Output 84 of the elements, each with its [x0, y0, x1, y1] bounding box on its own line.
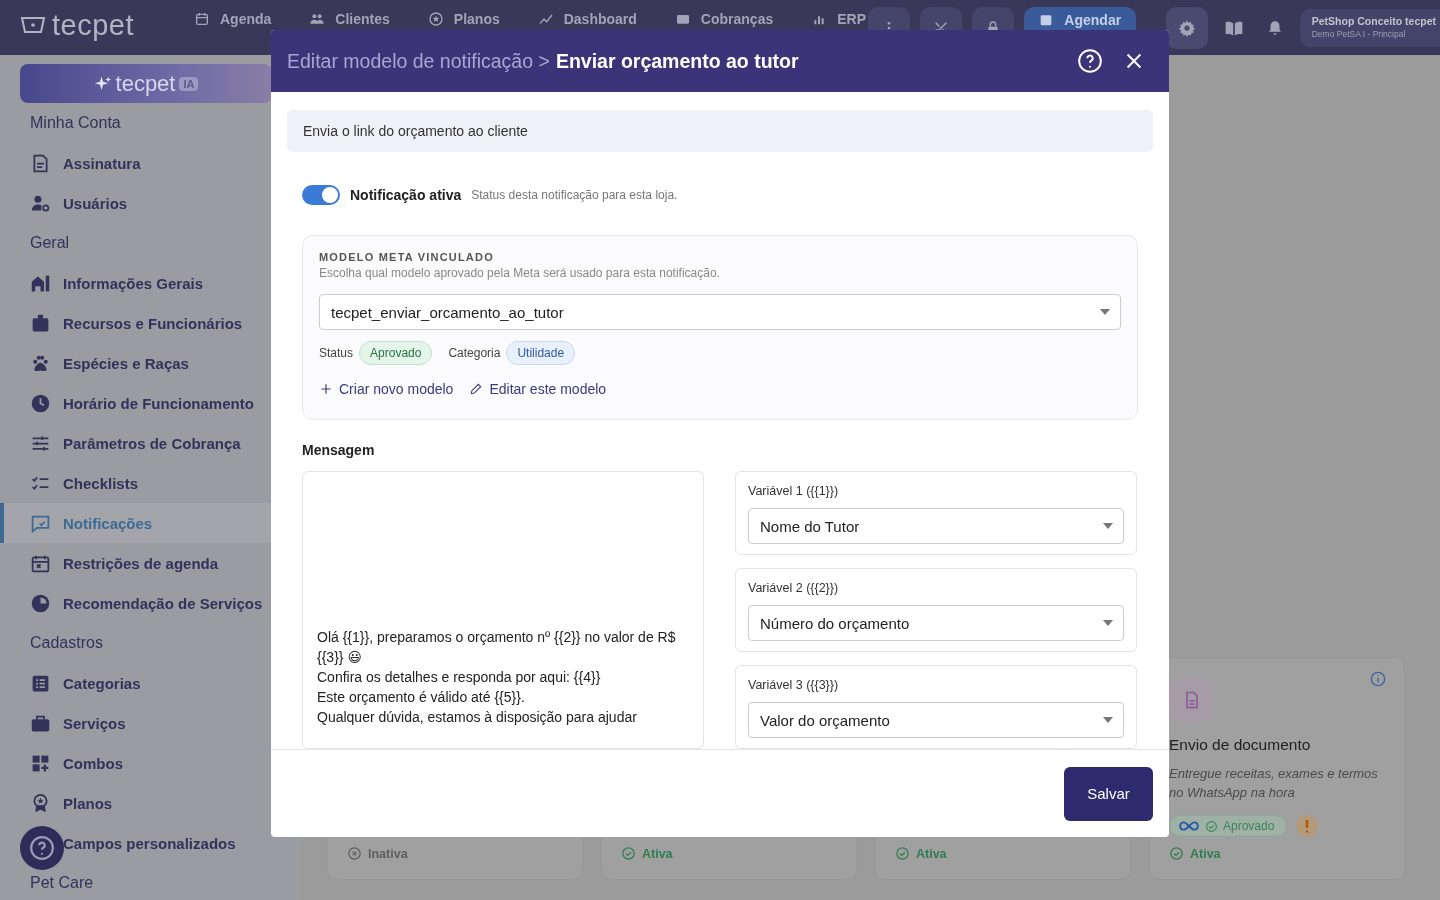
section-heading: Pet Care: [29, 873, 95, 893]
sidebar-item[interactable]: Parâmetros de Cobrança: [0, 423, 298, 463]
sidebar-item[interactable]: Recursos e Funcionários: [0, 303, 298, 343]
sidebar-item[interactable]: Informações Gerais: [0, 263, 298, 303]
status-label: Ativa: [621, 846, 837, 861]
toggle-hint: Status desta notificação para esta loja.: [471, 188, 678, 202]
nav-link[interactable]: ERP: [811, 11, 866, 27]
section-heading: Cadastros: [29, 633, 104, 653]
nav-link[interactable]: Planos: [427, 11, 500, 27]
save-button[interactable]: Salvar: [1064, 766, 1153, 821]
category-tag: Utilidade: [506, 341, 576, 365]
sidebar-item[interactable]: Recomendação de Serviços: [0, 583, 298, 623]
card-heading: MODELO META VINCULADO: [319, 251, 495, 263]
sidebar-item[interactable]: Combos: [0, 743, 298, 783]
card-title: Envio de documento: [1169, 736, 1312, 754]
warning-icon: [1295, 814, 1320, 838]
sparkle-icon: [93, 74, 112, 93]
section-heading: Minha Conta: [29, 113, 122, 133]
status-label: Inativa: [347, 846, 563, 861]
clock-icon: [30, 392, 51, 414]
nav-link[interactable]: Dashboard: [537, 11, 637, 27]
approval-badge: Aprovado: [1169, 815, 1288, 837]
card-description: Entregue receitas, exames e termos no WhatsApp na hora: [1169, 765, 1379, 802]
check-circle-icon: [895, 846, 910, 861]
people-icon: [309, 11, 326, 27]
pencil-icon: [469, 382, 484, 396]
sidebar-item[interactable]: Espécies e Raças: [0, 343, 298, 383]
caret-down-icon: [1103, 717, 1113, 723]
toggle-switch[interactable]: [302, 185, 340, 205]
description-banner: Envia o link do orçamento ao cliente: [287, 110, 1153, 152]
help-icon[interactable]: [1077, 48, 1103, 74]
sidebar-item[interactable]: Campos personalizados: [0, 823, 298, 863]
template-link[interactable]: Editar este modelo: [469, 381, 607, 397]
variable-label: Variável 3 ({{3}}): [748, 678, 840, 692]
pie-chart-icon: [30, 592, 51, 614]
template-select[interactable]: tecpet_enviar_orcamento_ao_tutor: [319, 294, 1121, 330]
infinity-icon: [1178, 820, 1200, 832]
variable-label: Variável 2 ({{2}}): [748, 581, 840, 595]
nav-link[interactable]: Clientes: [309, 11, 390, 27]
settings-icon: [1177, 19, 1196, 37]
section-heading: Geral: [29, 233, 71, 253]
sidebar-item[interactable]: Restrições de agenda: [0, 543, 298, 583]
help-icon: [29, 835, 55, 861]
settings-button[interactable]: [1165, 7, 1208, 49]
variable-select[interactable]: Valor do orçamento: [748, 702, 1124, 738]
x-circle-icon: [347, 846, 362, 861]
status-tag: Aprovado: [359, 341, 433, 365]
template-link[interactable]: Criar novo modelo: [319, 381, 454, 397]
card-subheading: Escolha qual modelo aprovado pela Meta será usado para esta notificação.: [319, 266, 721, 280]
check-circle-icon: [1169, 846, 1184, 861]
section-label: Mensagem: [302, 442, 376, 458]
status-label: Status: [319, 346, 354, 360]
sidebar-item[interactable]: Checklists: [0, 463, 298, 503]
dialog-title: Enviar orçamento ao tutor: [555, 49, 799, 73]
nav-link[interactable]: Cobranças: [674, 11, 774, 27]
ai-badge: IA: [179, 76, 199, 91]
sidebar-item[interactable]: Planos: [0, 783, 298, 823]
ai-banner[interactable]: tecpet IA: [20, 64, 272, 103]
status-label: Ativa: [1169, 846, 1385, 861]
sidebar-item[interactable]: Categorias: [0, 663, 298, 703]
caret-down-icon: [1100, 309, 1110, 315]
variable-label: Variável 1 ({{1}}): [748, 484, 840, 498]
notification-card[interactable]: Envio de documento Entregue receitas, exames e termos no WhatsApp na hora Aprovado Ativa: [1149, 657, 1405, 880]
sidebar-item[interactable]: Horário de Funcionamento: [0, 383, 298, 423]
caret-down-icon: [1103, 523, 1113, 529]
banner-brand: tecpet: [115, 70, 176, 97]
caret-down-icon: [1103, 620, 1113, 626]
star-circle-icon: [427, 11, 444, 27]
toggle-label: Notificação ativa: [350, 187, 462, 203]
status-label: Ativa: [895, 846, 1111, 861]
variable-select[interactable]: Nome do Tutor: [748, 508, 1124, 544]
bowl-logo-icon: [20, 15, 46, 35]
breadcrumb-link[interactable]: Editar modelo de notificação >: [287, 49, 550, 73]
logo-text[interactable]: tecpet: [52, 8, 134, 42]
variable-select[interactable]: Número do orçamento: [748, 605, 1124, 641]
nav-link[interactable]: Agenda: [194, 11, 272, 27]
message-field[interactable]: Olá {{1}}, preparamos o orçamento nº {{2}} no valor de R$ {{3}} 😃 Confira os detalhes e responda por aqui: {{4}} Este orçamento é válido até {{5}}. Qualquer dúvida, estamos à disposição para ajudar: [302, 471, 704, 749]
check-circle-icon: [621, 846, 636, 861]
sidebar-item[interactable]: Serviços: [0, 703, 298, 743]
category-label: Categoria: [448, 346, 501, 360]
check-circle-icon: [1205, 819, 1218, 833]
plus-icon: [319, 382, 333, 396]
store-name: PetShop Conceito tecpet: [1311, 15, 1436, 27]
sidebar-item[interactable]: Usuários: [0, 183, 298, 223]
